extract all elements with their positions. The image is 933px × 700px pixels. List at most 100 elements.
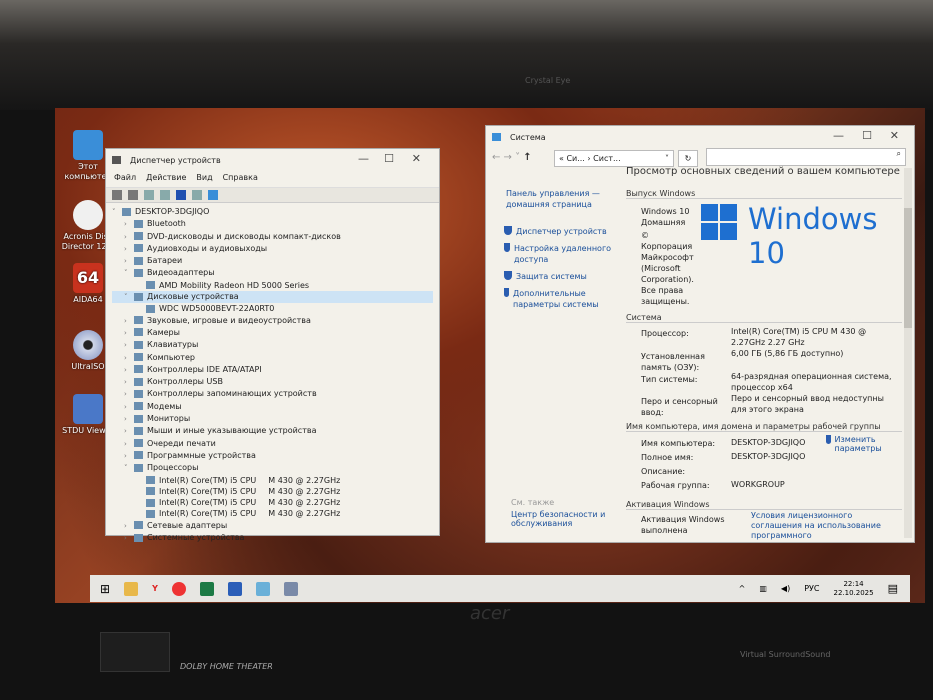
chevron-right-icon[interactable]: ›: [124, 244, 134, 255]
start-button[interactable]: ⊞: [100, 582, 110, 596]
chevron-right-icon[interactable]: ›: [124, 451, 134, 462]
tree-item[interactable]: › DVD-дисководы и дисководы компакт-диско…: [112, 231, 433, 243]
tree-item[interactable]: ˅ Дисковые устройства: [112, 291, 433, 304]
tree-item[interactable]: › Программные устройства: [112, 450, 433, 462]
maximize-button[interactable]: ☐: [862, 129, 872, 142]
scan-hardware-icon[interactable]: [208, 190, 218, 200]
tree-item[interactable]: › Мыши и иные указывающие устройства: [112, 425, 433, 437]
menu-item[interactable]: Файл: [114, 173, 136, 185]
tray-chevron-icon[interactable]: ^: [739, 584, 746, 593]
tree-item[interactable]: › Батареи: [112, 255, 433, 267]
maximize-button[interactable]: ☐: [384, 152, 394, 165]
chevron-right-icon[interactable]: ›: [124, 402, 134, 413]
chevron-right-icon[interactable]: ›: [124, 219, 134, 230]
chevron-down-icon[interactable]: ˅: [665, 154, 669, 163]
tree-item[interactable]: Intel(R) Core(TM) i5 CPU M 430 @ 2.27GHz: [112, 486, 433, 497]
chevron-right-icon[interactable]: ›: [124, 426, 134, 437]
minimize-button[interactable]: —: [358, 152, 369, 165]
tree-item[interactable]: Intel(R) Core(TM) i5 CPU M 430 @ 2.27GHz: [112, 475, 433, 486]
word-icon[interactable]: [227, 581, 242, 596]
tree-item[interactable]: ˅ Процессоры: [112, 462, 433, 474]
tree-item[interactable]: › Bluetooth: [112, 218, 433, 230]
tree-item[interactable]: › Клавиатуры: [112, 339, 433, 351]
refresh-button[interactable]: ↻: [678, 150, 698, 167]
properties-icon[interactable]: [144, 190, 154, 200]
close-button[interactable]: ✕: [890, 129, 899, 142]
chevron-right-icon[interactable]: ›: [124, 533, 134, 544]
tree-item[interactable]: Intel(R) Core(TM) i5 CPU M 430 @ 2.27GHz: [112, 508, 433, 519]
change-settings-label[interactable]: Изменить параметры: [835, 435, 886, 453]
advanced-settings-link[interactable]: Дополнительные параметры системы: [513, 288, 614, 310]
clock[interactable]: 22:14 22.10.2025: [834, 580, 874, 598]
chevron-down-icon[interactable]: ˅: [112, 207, 122, 218]
file-explorer-icon[interactable]: [124, 581, 139, 596]
tree-item[interactable]: › Аудиовходы и аудиовыходы: [112, 243, 433, 255]
tree-item[interactable]: › Мониторы: [112, 413, 433, 425]
chevron-right-icon[interactable]: ›: [124, 340, 134, 351]
breadcrumb-item[interactable]: Сист...: [593, 154, 620, 163]
scrollbar[interactable]: [904, 168, 912, 538]
menu-item[interactable]: Вид: [196, 173, 212, 185]
chevron-down-icon[interactable]: ˅: [124, 463, 134, 474]
chevron-right-icon[interactable]: ›: [124, 316, 134, 327]
minimize-button[interactable]: —: [833, 129, 844, 142]
nav-arrows[interactable]: ← → ˅ ↑: [492, 152, 532, 163]
tree-item[interactable]: › Сетевые адаптеры: [112, 520, 433, 532]
system-protection-link[interactable]: Защита системы: [516, 272, 587, 281]
language-indicator[interactable]: РУС: [804, 584, 819, 593]
tree-item[interactable]: › Очереди печати: [112, 438, 433, 450]
chevron-right-icon[interactable]: ›: [124, 389, 134, 400]
chevron-right-icon[interactable]: ›: [124, 256, 134, 267]
change-settings-link[interactable]: Изменить параметры: [826, 435, 886, 453]
tree-item[interactable]: › Контроллеры IDE ATA/ATAPI: [112, 364, 433, 376]
remote-settings-link[interactable]: Настройка удаленного доступа: [514, 243, 614, 265]
chevron-right-icon[interactable]: ›: [124, 353, 134, 364]
forward-icon[interactable]: [128, 190, 138, 200]
tree-item[interactable]: › Контроллеры запоминающих устройств: [112, 388, 433, 400]
chevron-right-icon[interactable]: ›: [124, 232, 134, 243]
device-manager-taskbar-icon[interactable]: [283, 581, 298, 596]
update-driver-icon[interactable]: [160, 190, 170, 200]
chevron-right-icon[interactable]: ›: [124, 439, 134, 450]
chevron-down-icon[interactable]: ˅: [124, 268, 134, 279]
back-icon[interactable]: [112, 190, 122, 200]
tree-item[interactable]: › Модемы: [112, 401, 433, 413]
tree-item[interactable]: › Звуковые, игровые и видеоустройства: [112, 315, 433, 327]
device-manager-link[interactable]: Диспетчер устройств: [516, 227, 607, 236]
control-panel-home-link[interactable]: Панель управления — домашняя страница: [506, 188, 614, 210]
breadcrumb-item[interactable]: Си...: [566, 154, 584, 163]
network-icon[interactable]: ▥: [759, 584, 767, 593]
tree-item-label: Компьютер: [147, 352, 195, 362]
security-center-link[interactable]: Центр безопасности и обслуживания: [511, 510, 611, 528]
tree-item[interactable]: › Камеры: [112, 327, 433, 339]
chevron-right-icon[interactable]: ›: [124, 521, 134, 532]
yandex-icon[interactable]: [171, 581, 186, 596]
menu-item[interactable]: Действие: [146, 173, 186, 185]
yandex-browser-icon[interactable]: Y: [152, 584, 158, 593]
chevron-right-icon[interactable]: ›: [124, 377, 134, 388]
tree-item[interactable]: ˅ DESKTOP-3DGJIQO: [112, 206, 433, 218]
volume-icon[interactable]: ◀): [781, 584, 790, 593]
chevron-right-icon[interactable]: ›: [124, 328, 134, 339]
help-icon[interactable]: [176, 190, 186, 200]
tree-item[interactable]: Intel(R) Core(TM) i5 CPU M 430 @ 2.27GHz: [112, 497, 433, 508]
tree-item[interactable]: › Компьютер: [112, 352, 433, 364]
tree-item[interactable]: AMD Mobility Radeon HD 5000 Series: [112, 280, 433, 291]
notifications-icon[interactable]: ▤: [888, 582, 898, 595]
address-bar[interactable]: « Си... › Сист... ˅: [554, 150, 674, 167]
search-input[interactable]: ⌕: [706, 148, 906, 166]
view-icon[interactable]: [192, 190, 202, 200]
tree-item[interactable]: ˅ Видеоадаптеры: [112, 267, 433, 279]
tree-item-label: Процессоры: [147, 463, 199, 473]
tree-item[interactable]: WDC WD5000BEVT-22A0RT0: [112, 303, 433, 314]
menu-item[interactable]: Справка: [223, 173, 258, 185]
chevron-right-icon[interactable]: ›: [124, 414, 134, 425]
system-taskbar-icon[interactable]: [255, 581, 270, 596]
chevron-down-icon[interactable]: ˅: [124, 292, 134, 303]
tree-item[interactable]: › Системные устройства: [112, 532, 433, 544]
close-button[interactable]: ✕: [412, 152, 421, 165]
chevron-right-icon[interactable]: ›: [124, 365, 134, 376]
excel-icon[interactable]: [199, 581, 214, 596]
license-link[interactable]: Условия лицензионного соглашения на испо…: [751, 511, 891, 541]
tree-item[interactable]: › Контроллеры USB: [112, 376, 433, 388]
